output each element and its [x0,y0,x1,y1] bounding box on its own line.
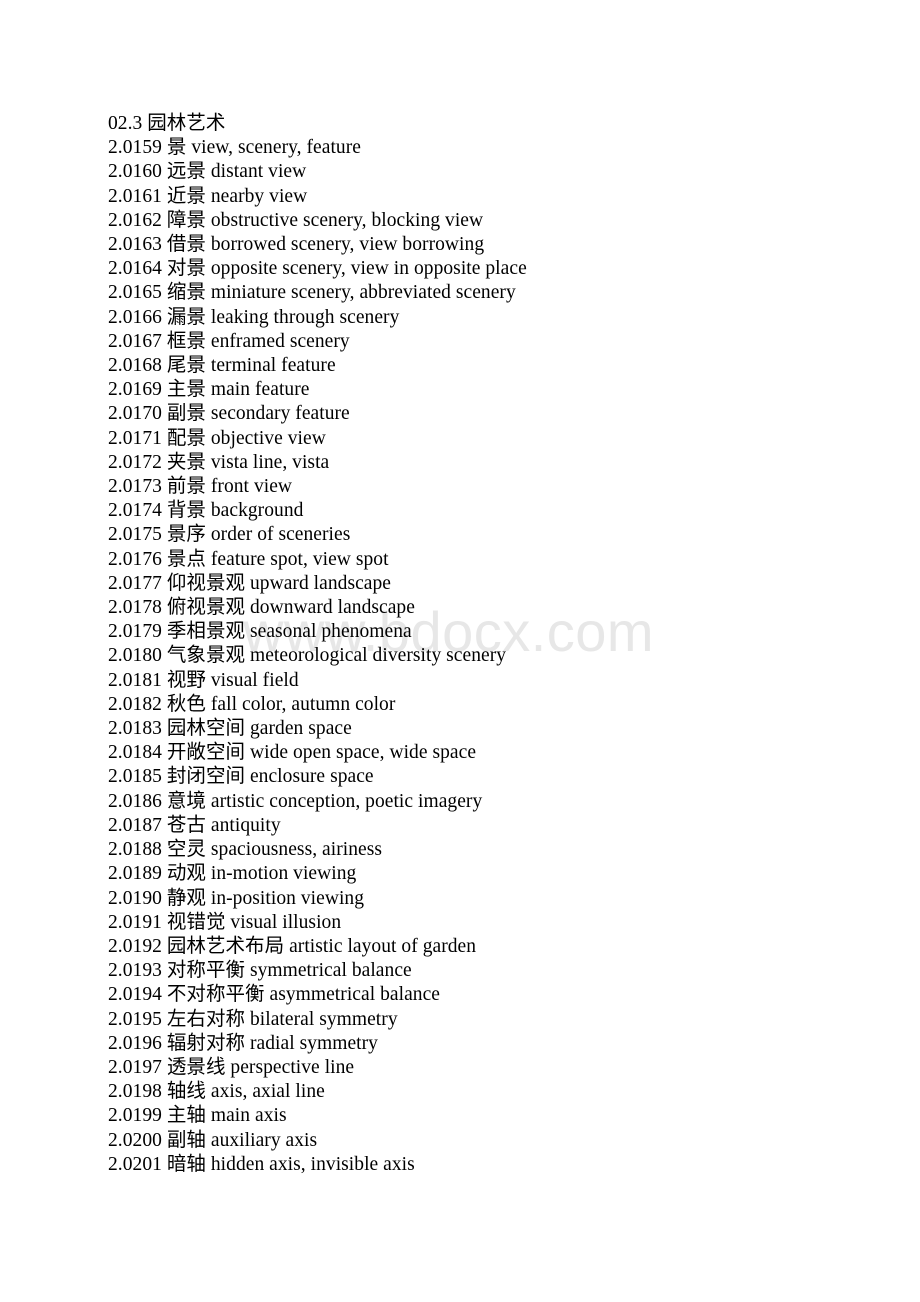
section-heading: 02.3 园林艺术 [108,113,226,134]
glossary-entry: 2.0180 气象景观 meteorological diversity sce… [108,645,507,667]
glossary-entry: 2.0182 秋色 fall color, autumn color [108,693,396,715]
glossary-entry: 2.0179 季相景观 seasonal phenomena [108,621,412,643]
glossary-entry: 2.0172 夹景 vista line, vista [108,451,330,473]
glossary-entry: 2.0195 左右对称 bilateral symmetry [108,1008,398,1030]
glossary-entry: 2.0161 近景 nearby view [108,185,308,207]
glossary-entry: 2.0159 景 view, scenery, feature [108,137,361,159]
glossary-entry: 2.0171 配景 objective view [108,427,326,449]
glossary-entry: 2.0193 对称平衡 symmetrical balance [108,960,412,982]
glossary-entry: 2.0165 缩景 miniature scenery, abbreviated… [108,282,516,304]
glossary-list: 02.3 园林艺术 2.0159 景 view, scenery, feature… [108,112,868,1177]
glossary-entry: 2.0175 景序 order of sceneries [108,524,351,546]
glossary-entry: 2.0183 园林空间 garden space [108,718,352,740]
glossary-entry: 2.0194 不对称平衡 asymmetrical balance [108,984,440,1006]
document-page: 02.3 园林艺术 2.0159 景 view, scenery, feature… [0,0,920,1302]
glossary-entry: 2.0162 障景 obstructive scenery, blocking … [108,209,484,231]
glossary-entry: 2.0176 景点 feature spot, view spot [108,548,389,570]
glossary-entry: 2.0163 借景 borrowed scenery, view borrowi… [108,234,485,256]
glossary-entry: 2.0201 暗轴 hidden axis, invisible axis [108,1153,415,1175]
glossary-entry: 2.0173 前景 front view [108,476,293,498]
glossary-entry: 2.0185 封闭空间 enclosure space [108,766,374,788]
glossary-entry: 2.0168 尾景 terminal feature [108,355,336,377]
glossary-entry: 2.0177 仰视景观 upward landscape [108,572,392,594]
glossary-entry: 2.0170 副景 secondary feature [108,403,350,425]
glossary-entry: 2.0178 俯视景观 downward landscape [108,597,415,619]
glossary-entry: 2.0164 对景 opposite scenery, view in oppo… [108,258,527,280]
glossary-entry: 2.0189 动观 in-motion viewing [108,863,357,885]
glossary-entry: 2.0184 开敞空间 wide open space, wide space [108,742,477,764]
glossary-entry: 2.0200 副轴 auxiliary axis [108,1129,318,1151]
glossary-entry: 2.0166 漏景 leaking through scenery [108,306,400,328]
glossary-entry: 2.0188 空灵 spaciousness, airiness [108,839,383,861]
glossary-entry: 2.0199 主轴 main axis [108,1105,287,1127]
glossary-entry: 2.0174 背景 background [108,500,304,522]
glossary-entry: 2.0160 远景 distant view [108,161,307,183]
glossary-entry: 2.0197 透景线 perspective line [108,1056,355,1078]
glossary-entry: 2.0196 辐射对称 radial symmetry [108,1032,378,1054]
glossary-entry: 2.0181 视野 visual field [108,669,299,691]
glossary-entry: 2.0191 视错觉 visual illusion [108,911,342,933]
glossary-entry: 2.0198 轴线 axis, axial line [108,1081,325,1103]
glossary-entry: 2.0186 意境 artistic conception, poetic im… [108,790,483,812]
glossary-entry: 2.0169 主景 main feature [108,379,310,401]
glossary-entry: 2.0187 苍古 antiquity [108,814,281,836]
glossary-entry: 2.0192 园林艺术布局 artistic layout of garden [108,935,477,957]
glossary-entry: 2.0190 静观 in-position viewing [108,887,365,909]
glossary-entry: 2.0167 框景 enframed scenery [108,330,350,352]
